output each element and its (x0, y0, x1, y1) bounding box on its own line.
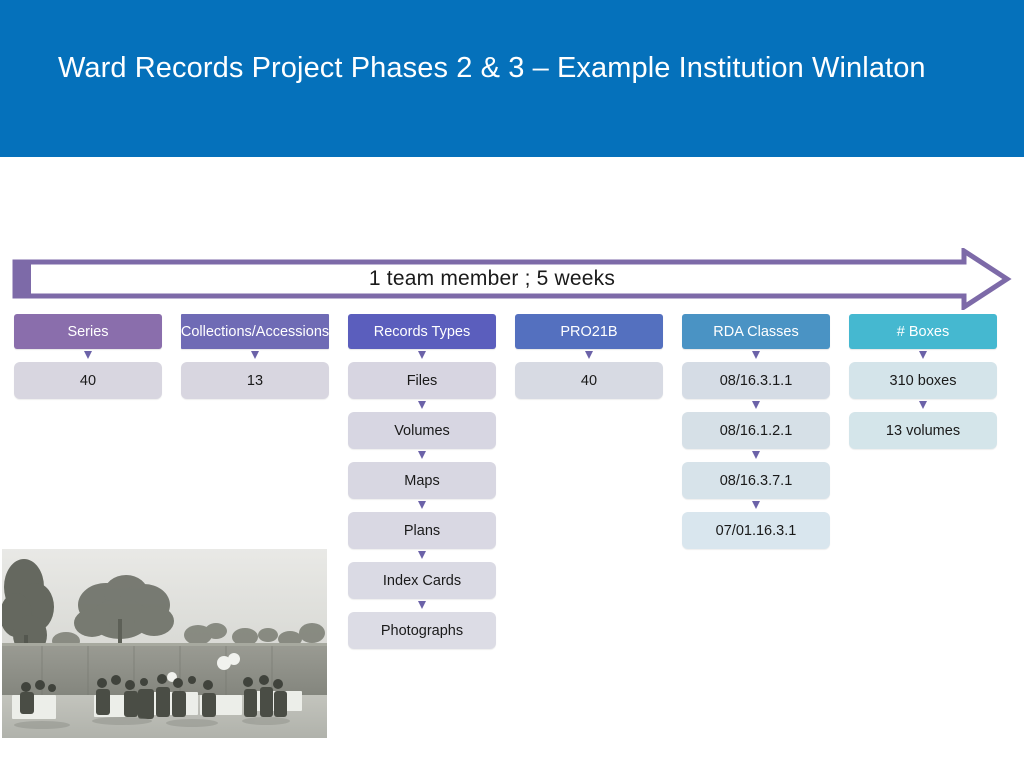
cell-volumes-count: 13 volumes (849, 412, 997, 449)
title-banner: Ward Records Project Phases 2 & 3 – Exam… (0, 0, 1024, 157)
connector-arrow-icon (348, 549, 496, 562)
cell-boxes-count: 310 boxes (849, 362, 997, 399)
cell-collections-count: 13 (181, 362, 329, 399)
column-header-pro21b: PRO21B (515, 314, 663, 349)
connector-arrow-icon (14, 349, 162, 362)
cell-rda-class-1: 08/16.3.1.1 (682, 362, 830, 399)
photograph-image (2, 549, 327, 738)
connector-arrow-icon (515, 349, 663, 362)
cell-rda-class-4: 07/01.16.3.1 (682, 512, 830, 549)
cell-rda-class-3: 08/16.3.7.1 (682, 462, 830, 499)
timeline-arrow: 1 team member ; 5 weeks (12, 248, 1012, 310)
cell-records-type-plans: Plans (348, 512, 496, 549)
column-header-series: Series (14, 314, 162, 349)
connector-arrow-icon (348, 399, 496, 412)
archive-photograph (2, 549, 327, 738)
cell-rda-class-2: 08/16.1.2.1 (682, 412, 830, 449)
column-header-records-types: Records Types (348, 314, 496, 349)
cell-records-type-photographs: Photographs (348, 612, 496, 649)
connector-arrow-icon (348, 599, 496, 612)
column-boxes: # Boxes 310 boxes 13 volumes (849, 314, 997, 649)
connector-arrow-icon (348, 499, 496, 512)
page-title: Ward Records Project Phases 2 & 3 – Exam… (58, 52, 926, 84)
connector-arrow-icon (682, 399, 830, 412)
cell-records-type-maps: Maps (348, 462, 496, 499)
column-header-rda-classes: RDA Classes (682, 314, 830, 349)
column-header-boxes: # Boxes (849, 314, 997, 349)
column-pro21b: PRO21B 40 (515, 314, 663, 649)
connector-arrow-icon (181, 349, 329, 362)
connector-arrow-icon (682, 449, 830, 462)
connector-arrow-icon (348, 349, 496, 362)
connector-arrow-icon (348, 449, 496, 462)
connector-arrow-icon (682, 499, 830, 512)
arrow-label: 1 team member ; 5 weeks (368, 267, 616, 290)
cell-records-type-files: Files (348, 362, 496, 399)
connector-arrow-icon (849, 349, 997, 362)
cell-records-type-index-cards: Index Cards (348, 562, 496, 599)
column-records-types: Records Types Files Volumes Maps Plans I… (348, 314, 496, 649)
column-header-collections-accessions: Collections/Accessions (181, 314, 329, 349)
column-rda-classes: RDA Classes 08/16.3.1.1 08/16.1.2.1 08/1… (682, 314, 830, 649)
connector-arrow-icon (849, 399, 997, 412)
cell-pro21b-count: 40 (515, 362, 663, 399)
cell-series-count: 40 (14, 362, 162, 399)
cell-records-type-volumes: Volumes (348, 412, 496, 449)
connector-arrow-icon (682, 349, 830, 362)
